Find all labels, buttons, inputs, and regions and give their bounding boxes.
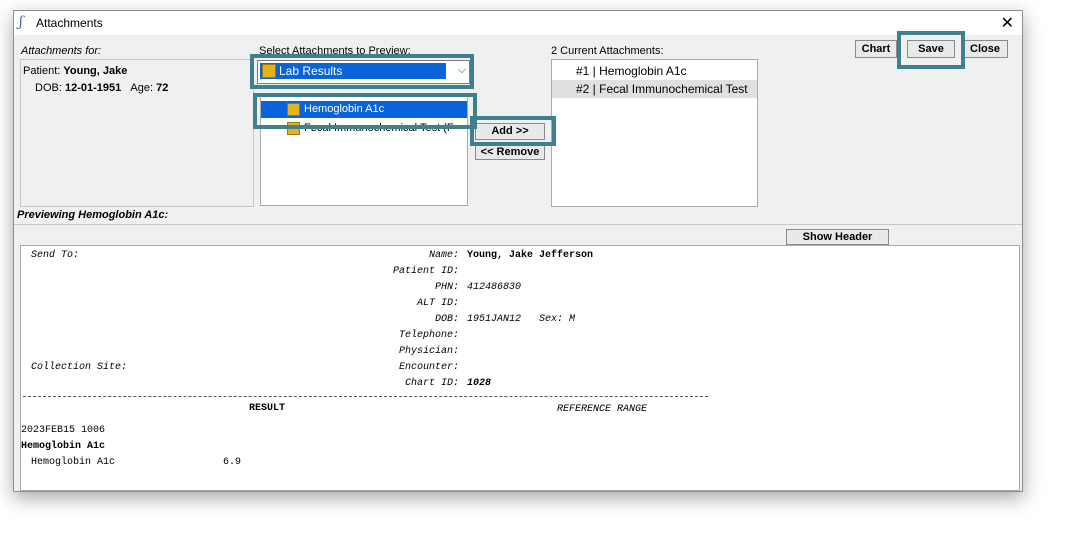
field-label: Encounter:: [398, 362, 459, 373]
patient-name: Young, Jake: [63, 65, 128, 77]
collection-site-label: Collection Site:: [31, 362, 128, 373]
attachments-for-label: Attachments for:: [21, 45, 102, 57]
field-label: Physician:: [398, 346, 459, 357]
lab-result-icon: [287, 103, 300, 116]
field-label: ALT ID:: [416, 298, 459, 309]
result-group: Hemoglobin A1c: [21, 441, 106, 452]
attachment-type-dropdown[interactable]: Lab Results ⌵: [257, 60, 470, 84]
app-icon: ʃ: [19, 14, 23, 30]
select-preview-label: Select Attachments to Preview:: [259, 45, 411, 57]
current-attachments-label: 2 Current Attachments:: [551, 45, 664, 57]
reference-header: REFERENCE RANGE: [557, 404, 648, 415]
attachment-list[interactable]: Hemoglobin A1c Fecal Immunochemical Test…: [260, 96, 468, 206]
field-label: Chart ID:: [404, 378, 459, 389]
dropdown-selected: Lab Results: [260, 63, 446, 79]
close-icon[interactable]: ✕: [1001, 13, 1014, 33]
field-value: 412486830: [467, 282, 522, 293]
field-label: Patient ID:: [392, 266, 459, 277]
dropdown-value: Lab Results: [279, 64, 343, 78]
patient-panel: Patient: Young, Jake DOB: 12-01-1951 Age…: [20, 59, 254, 207]
test-value: 6.9: [223, 457, 242, 468]
field-value: 1951JAN12 Sex: M: [467, 314, 576, 325]
remove-button[interactable]: << Remove: [475, 145, 545, 160]
field-value: 1028: [467, 378, 492, 389]
chart-button[interactable]: Chart: [855, 40, 897, 58]
field-value: Young, Jake Jefferson: [467, 250, 594, 261]
patient-name-label: Patient:: [23, 65, 61, 77]
show-header-button[interactable]: Show Header: [786, 229, 889, 245]
patient-name-line: Patient: Young, Jake: [23, 65, 127, 77]
test-name: Hemoglobin A1c: [31, 457, 116, 468]
current-attachment-item[interactable]: #1 | Hemoglobin A1c: [552, 62, 757, 80]
report-divider: [23, 396, 708, 397]
report-preview: Send To: Collection Site: Name: Young, J…: [20, 245, 1020, 491]
age-value: 72: [156, 82, 169, 94]
field-label: DOB:: [434, 314, 459, 325]
list-item[interactable]: Fecal Immunochemical Test (F: [261, 120, 467, 137]
list-item-label: Hemoglobin A1c: [304, 103, 385, 115]
title-bar: ʃ Attachments ✕: [14, 11, 1022, 35]
lab-result-icon: [287, 122, 300, 135]
result-header: RESULT: [249, 403, 286, 414]
chevron-down-icon[interactable]: ⌵: [458, 64, 466, 77]
add-button[interactable]: Add >>: [475, 123, 545, 140]
result-date: 2023FEB15 1006: [21, 425, 106, 436]
dob-label: DOB:: [35, 82, 62, 94]
divider: [14, 224, 1022, 225]
window-title: Attachments: [36, 16, 103, 30]
send-to-label: Send To:: [31, 250, 80, 261]
patient-dob-line: DOB: 12-01-1951 Age: 72: [35, 82, 168, 94]
current-attachment-item[interactable]: #2 | Fecal Immunochemical Test: [552, 80, 757, 98]
lab-result-icon: [262, 64, 276, 78]
field-label: PHN:: [434, 282, 459, 293]
list-item-label: Fecal Immunochemical Test (F: [304, 122, 454, 134]
close-button[interactable]: Close: [962, 40, 1008, 58]
dob-value: 12-01-1951: [64, 82, 122, 94]
list-item[interactable]: Hemoglobin A1c: [261, 101, 467, 118]
current-attachments-list[interactable]: #1 | Hemoglobin A1c #2 | Fecal Immunoche…: [551, 59, 758, 207]
attachments-dialog: ʃ Attachments ✕ Attachments for: Patient…: [13, 10, 1023, 492]
field-label: Telephone:: [398, 330, 459, 341]
preview-label: Previewing Hemoglobin A1c:: [17, 209, 169, 221]
age-label: Age:: [130, 82, 154, 94]
save-button[interactable]: Save: [907, 40, 955, 58]
field-label: Name:: [428, 250, 459, 261]
